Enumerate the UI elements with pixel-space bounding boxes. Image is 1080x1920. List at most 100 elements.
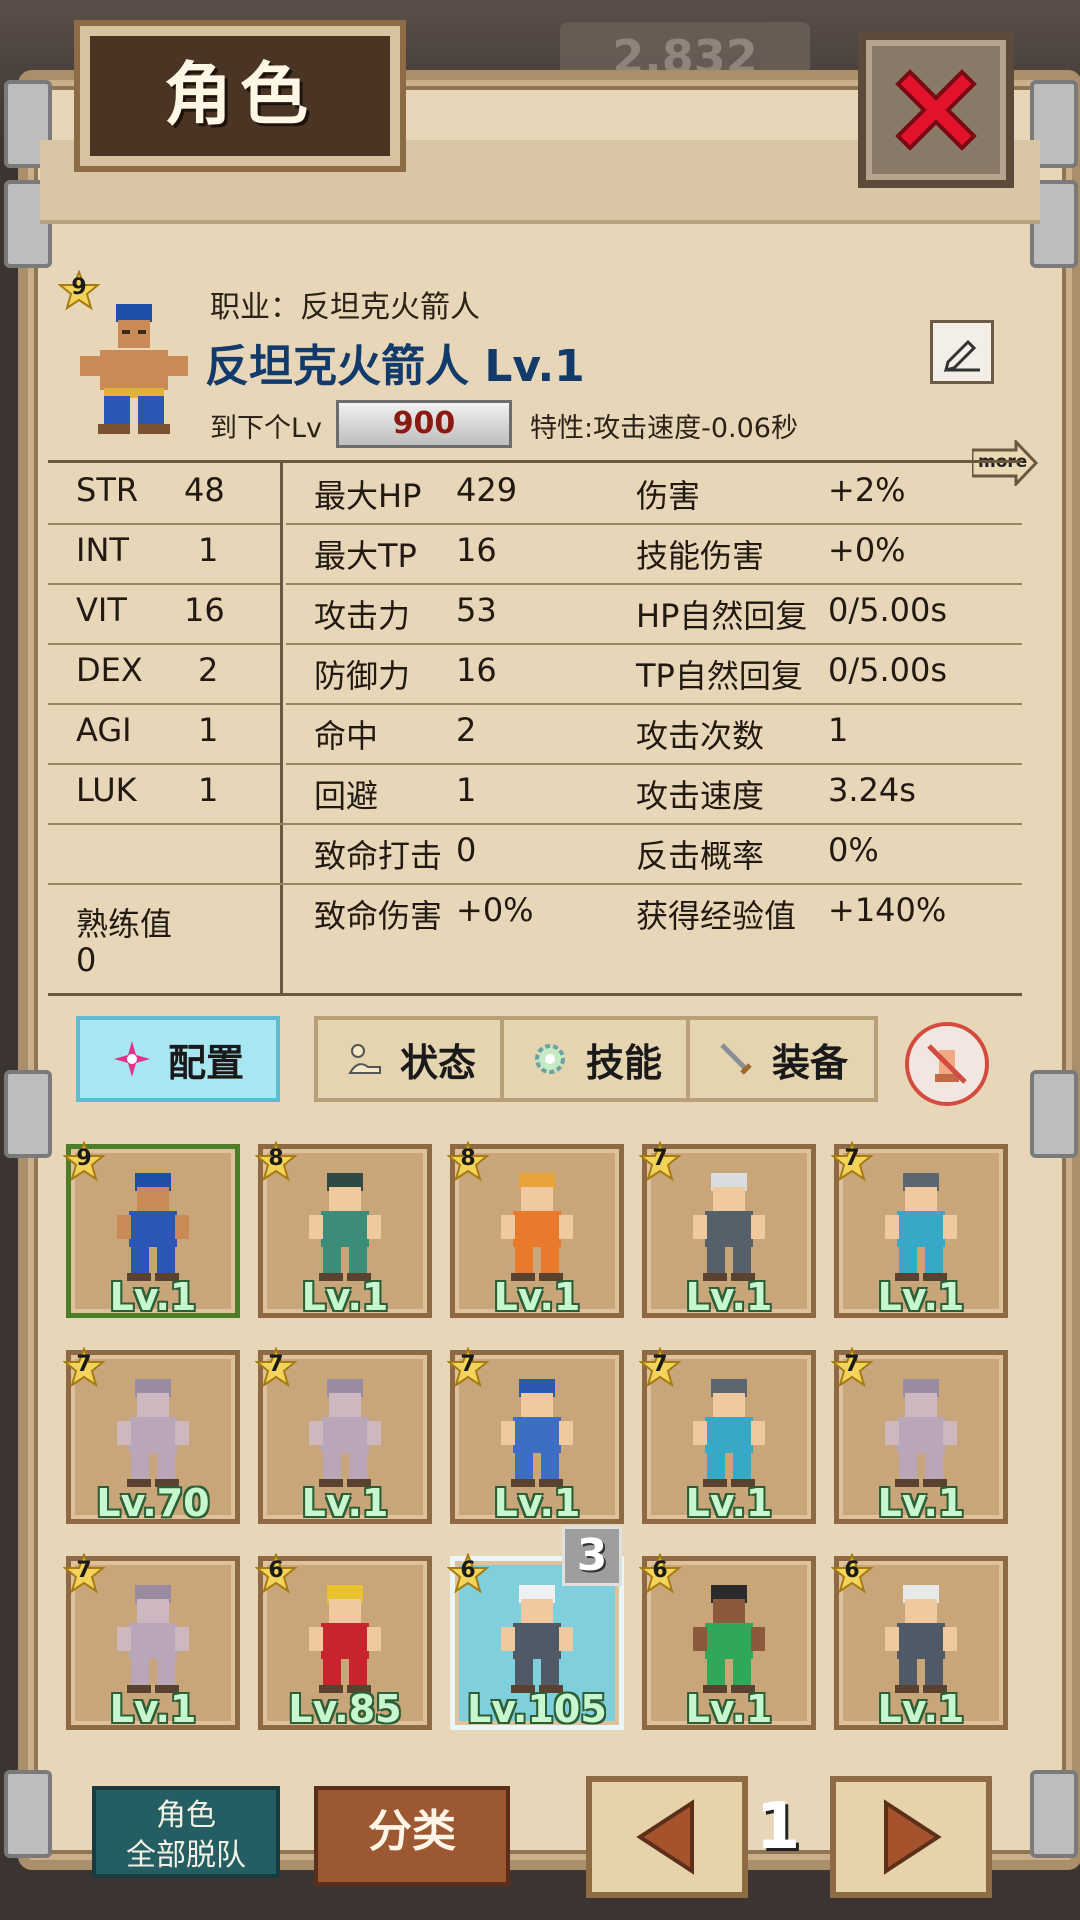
row-divider	[48, 643, 280, 645]
stat-label-evasion: 回避	[314, 777, 379, 815]
character-card[interactable]: 6 Lv.85	[255, 1553, 432, 1731]
character-card[interactable]: 9 Lv.1	[63, 1141, 240, 1319]
tab-label: 状态	[399, 1040, 476, 1085]
stat-value-tp-regen: 0/5.00s	[828, 651, 948, 689]
character-card[interactable]: 8 Lv.1	[255, 1141, 432, 1319]
column-divider	[280, 463, 283, 993]
frame-bolt	[4, 1770, 52, 1858]
stat-value-attack-speed: 3.24s	[828, 771, 916, 809]
character-card[interactable]: 7 Lv.1	[63, 1553, 240, 1731]
row-divider	[48, 583, 280, 585]
stat-value-evasion: 1	[456, 771, 477, 809]
stat-label-agi: AGI	[76, 711, 132, 749]
rank-number: 9	[71, 275, 87, 300]
rank-star-icon: 7	[639, 1141, 681, 1183]
stat-label-tp-regen: TP自然回复	[636, 657, 803, 695]
stat-value-attack-count: 1	[828, 711, 849, 749]
stat-label-str: STR	[76, 471, 139, 509]
rank-star-icon: 7	[639, 1347, 681, 1389]
character-level: Lv.1	[301, 1481, 389, 1525]
exp-to-next-value: 900	[336, 400, 512, 448]
stat-label-exp-gain: 获得经验值	[636, 897, 797, 935]
rank-star-icon: 6	[447, 1553, 489, 1595]
rank-number: 7	[652, 1146, 668, 1171]
tab-skills[interactable]: 技能	[500, 1016, 692, 1102]
rank-number: 7	[268, 1352, 284, 1377]
sparkle-icon	[113, 1041, 150, 1077]
frame-bolt	[1030, 1770, 1078, 1858]
row-divider	[286, 583, 1022, 585]
character-sprite	[885, 1173, 957, 1281]
character-sprite	[117, 1173, 189, 1281]
character-level: Lv.1	[877, 1275, 965, 1319]
stat-label-attack-count: 攻击次数	[636, 717, 765, 755]
row-divider	[48, 763, 280, 765]
character-level: Lv.1	[109, 1687, 197, 1731]
rank-star-icon: 9	[63, 1141, 105, 1183]
rank-star-icon: 6	[639, 1553, 681, 1595]
mastery-value: 0	[76, 941, 97, 979]
row-divider	[48, 883, 1022, 885]
stat-label-critical-damage: 致命伤害	[314, 897, 443, 935]
sword-icon	[720, 1043, 752, 1075]
stat-value-attack: 53	[456, 591, 497, 629]
stat-value-critical-damage: +0%	[456, 891, 534, 929]
close-button[interactable]	[858, 32, 1014, 188]
rename-button[interactable]	[930, 320, 994, 384]
mastery-label: 熟练值	[76, 905, 173, 943]
rank-number: 6	[268, 1558, 284, 1583]
tab-formation[interactable]: 配置	[76, 1016, 280, 1102]
character-card[interactable]: 6 Lv.1	[831, 1553, 1008, 1731]
stat-value-damage: +2%	[828, 471, 906, 509]
rank-number: 7	[460, 1352, 476, 1377]
character-level: Lv.105	[467, 1687, 607, 1731]
disable-filter-button[interactable]	[905, 1022, 989, 1106]
character-card[interactable]: 7 Lv.70	[63, 1347, 240, 1525]
sort-button[interactable]: 分类	[314, 1786, 510, 1886]
frame-bolt	[4, 1070, 52, 1158]
stat-value-int: 1	[198, 531, 219, 569]
character-sprite	[117, 1585, 189, 1693]
character-sprite	[501, 1173, 573, 1281]
stat-label-damage: 伤害	[636, 477, 701, 515]
stat-label-critical: 致命打击	[314, 837, 443, 875]
character-card[interactable]: 7 Lv.1	[831, 1347, 1008, 1525]
character-sprite	[501, 1379, 573, 1487]
row-divider	[286, 523, 1022, 525]
character-card[interactable]: 7 Lv.1	[447, 1347, 624, 1525]
dismiss-label-line1: 角色	[156, 1798, 216, 1833]
character-card[interactable]: 7 Lv.1	[831, 1141, 1008, 1319]
rank-star-icon: 7	[255, 1347, 297, 1389]
hero-portrait	[80, 304, 188, 434]
stat-label-hp-regen: HP自然回复	[636, 597, 808, 635]
frame-bolt	[1030, 1070, 1078, 1158]
character-level: Lv.1	[301, 1275, 389, 1319]
stat-value-skill-damage: +0%	[828, 531, 906, 569]
stat-value-agi: 1	[198, 711, 219, 749]
stat-label-max-tp: 最大TP	[314, 537, 417, 575]
stat-label-max-hp: 最大HP	[314, 477, 422, 515]
rank-star-icon: 7	[63, 1347, 105, 1389]
character-sprite	[885, 1585, 957, 1693]
character-card[interactable]: 7 Lv.1	[255, 1347, 432, 1525]
stat-label-attack-speed: 攻击速度	[636, 777, 765, 815]
rank-number: 7	[652, 1352, 668, 1377]
dismiss-all-button[interactable]: 角色 全部脱队	[92, 1786, 280, 1878]
character-level: Lv.85	[288, 1687, 402, 1731]
character-sprite	[693, 1585, 765, 1693]
character-card[interactable]: 7 Lv.1	[639, 1141, 816, 1319]
rank-star-icon: 8	[255, 1141, 297, 1183]
character-level: Lv.1	[685, 1275, 773, 1319]
character-card[interactable]: 6 Lv.1	[639, 1553, 816, 1731]
row-divider	[286, 703, 1022, 705]
rank-star-icon: 6	[831, 1553, 873, 1595]
stat-label-defense: 防御力	[314, 657, 411, 695]
character-card[interactable]: 7 Lv.1	[639, 1347, 816, 1525]
rank-star-icon: 6	[255, 1553, 297, 1595]
character-card[interactable]: 8 Lv.1	[447, 1141, 624, 1319]
prev-page-button[interactable]	[586, 1776, 748, 1898]
next-page-button[interactable]	[830, 1776, 992, 1898]
tab-equipment[interactable]: 装备	[686, 1016, 878, 1102]
rank-star-icon: 7	[447, 1347, 489, 1389]
tab-status[interactable]: 状态	[314, 1016, 506, 1102]
